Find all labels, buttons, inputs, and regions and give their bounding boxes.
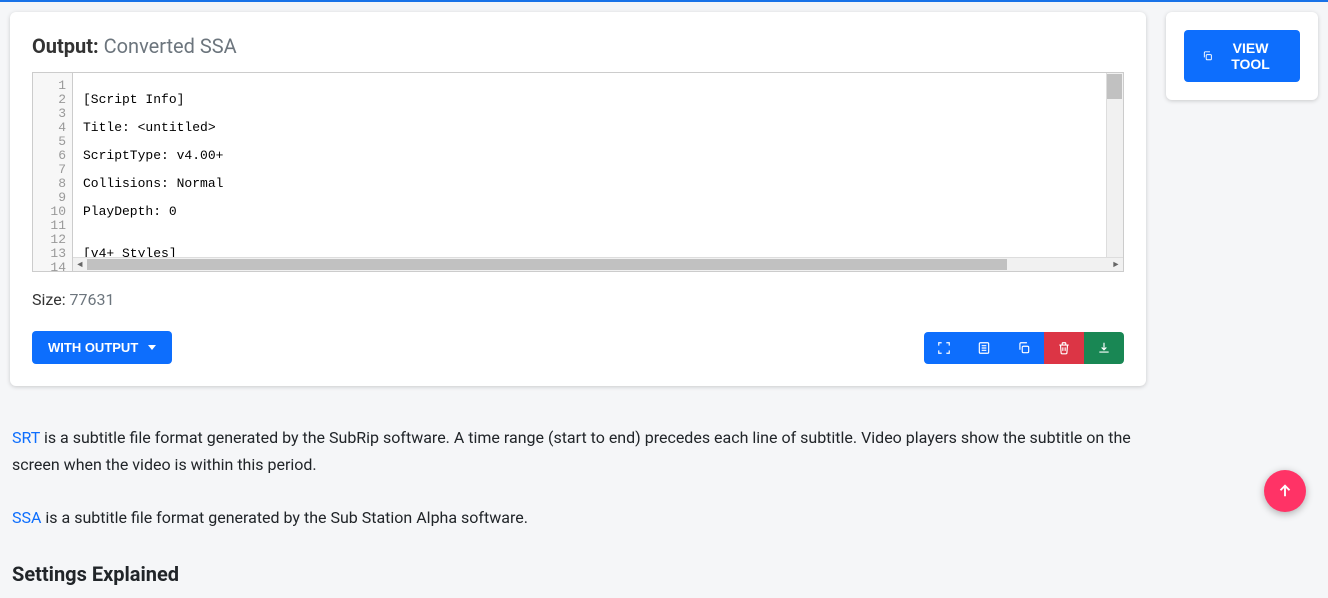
download-button[interactable]	[1084, 332, 1124, 364]
line-number: 12	[33, 233, 66, 247]
line-number-gutter: 1 2 3 4 5 6 7 8 9 10 11 12 13 14	[33, 73, 73, 271]
scroll-left-icon[interactable]: ◄	[73, 258, 87, 272]
settings-explained-heading: Settings Explained	[10, 562, 1146, 586]
view-tool-card: VIEW TOOL	[1166, 12, 1318, 100]
vertical-scroll-thumb[interactable]	[1107, 74, 1122, 99]
line-number: 14	[33, 261, 66, 272]
line-number: 6	[33, 149, 66, 163]
list-icon	[977, 341, 991, 355]
code-line: [Script Info]	[83, 93, 1113, 107]
size-label: Size:	[32, 290, 66, 309]
code-editor[interactable]: 1 2 3 4 5 6 7 8 9 10 11 12 13 14 [Script…	[32, 72, 1124, 272]
ssa-text: is a subtitle file format generated by t…	[41, 508, 527, 527]
line-number: 10	[33, 205, 66, 219]
with-output-label: WITH OUTPUT	[48, 340, 138, 355]
line-number: 7	[33, 163, 66, 177]
download-icon	[1097, 341, 1111, 355]
copy-icon	[1017, 341, 1031, 355]
srt-link[interactable]: SRT	[12, 428, 40, 447]
line-number: 1	[33, 79, 66, 93]
size-value: 77631	[70, 290, 115, 309]
output-action-group	[924, 332, 1124, 364]
vertical-scrollbar[interactable]	[1106, 73, 1123, 257]
copy-button[interactable]	[1004, 332, 1044, 364]
view-tool-button[interactable]: VIEW TOOL	[1184, 30, 1300, 82]
code-line: Title: <untitled>	[83, 121, 1113, 135]
copy-icon	[1202, 49, 1213, 63]
line-number: 4	[33, 121, 66, 135]
action-row: WITH OUTPUT	[32, 331, 1124, 364]
view-tool-label: VIEW TOOL	[1219, 40, 1282, 72]
scroll-to-top-button[interactable]	[1264, 470, 1306, 512]
line-number: 9	[33, 191, 66, 205]
output-title: Output: Converted SSA	[32, 34, 1124, 58]
ssa-description: SSA is a subtitle file format generated …	[10, 504, 1146, 531]
code-line: ScriptType: v4.00+	[83, 149, 1113, 163]
code-line: PlayDepth: 0	[83, 205, 1113, 219]
delete-button[interactable]	[1044, 332, 1084, 364]
line-number: 2	[33, 93, 66, 107]
horizontal-scroll-thumb[interactable]	[87, 259, 1007, 270]
size-info: Size: 77631	[32, 290, 1124, 309]
output-subtitle: Converted SSA	[104, 34, 237, 58]
ssa-link[interactable]: SSA	[12, 508, 41, 527]
fullscreen-icon	[937, 341, 951, 355]
horizontal-scrollbar[interactable]: ◄ ►	[73, 257, 1123, 271]
trash-icon	[1057, 341, 1071, 355]
line-number: 13	[33, 247, 66, 261]
output-label: Output:	[32, 34, 99, 58]
arrow-up-icon	[1276, 482, 1294, 500]
line-number: 8	[33, 177, 66, 191]
srt-description: SRT is a subtitle file format generated …	[10, 424, 1146, 478]
line-number: 3	[33, 107, 66, 121]
line-number: 11	[33, 219, 66, 233]
srt-text: is a subtitle file format generated by t…	[12, 428, 1131, 474]
fullscreen-button[interactable]	[924, 332, 964, 364]
line-number: 5	[33, 135, 66, 149]
chevron-down-icon	[148, 345, 156, 350]
horizontal-scroll-body[interactable]	[87, 258, 1109, 271]
with-output-dropdown[interactable]: WITH OUTPUT	[32, 331, 172, 364]
list-button[interactable]	[964, 332, 1004, 364]
output-card: Output: Converted SSA 1 2 3 4 5 6 7 8 9 …	[10, 12, 1146, 386]
code-content[interactable]: [Script Info] Title: <untitled> ScriptTy…	[73, 73, 1123, 271]
scroll-right-icon[interactable]: ►	[1109, 258, 1123, 272]
code-line: Collisions: Normal	[83, 177, 1113, 191]
